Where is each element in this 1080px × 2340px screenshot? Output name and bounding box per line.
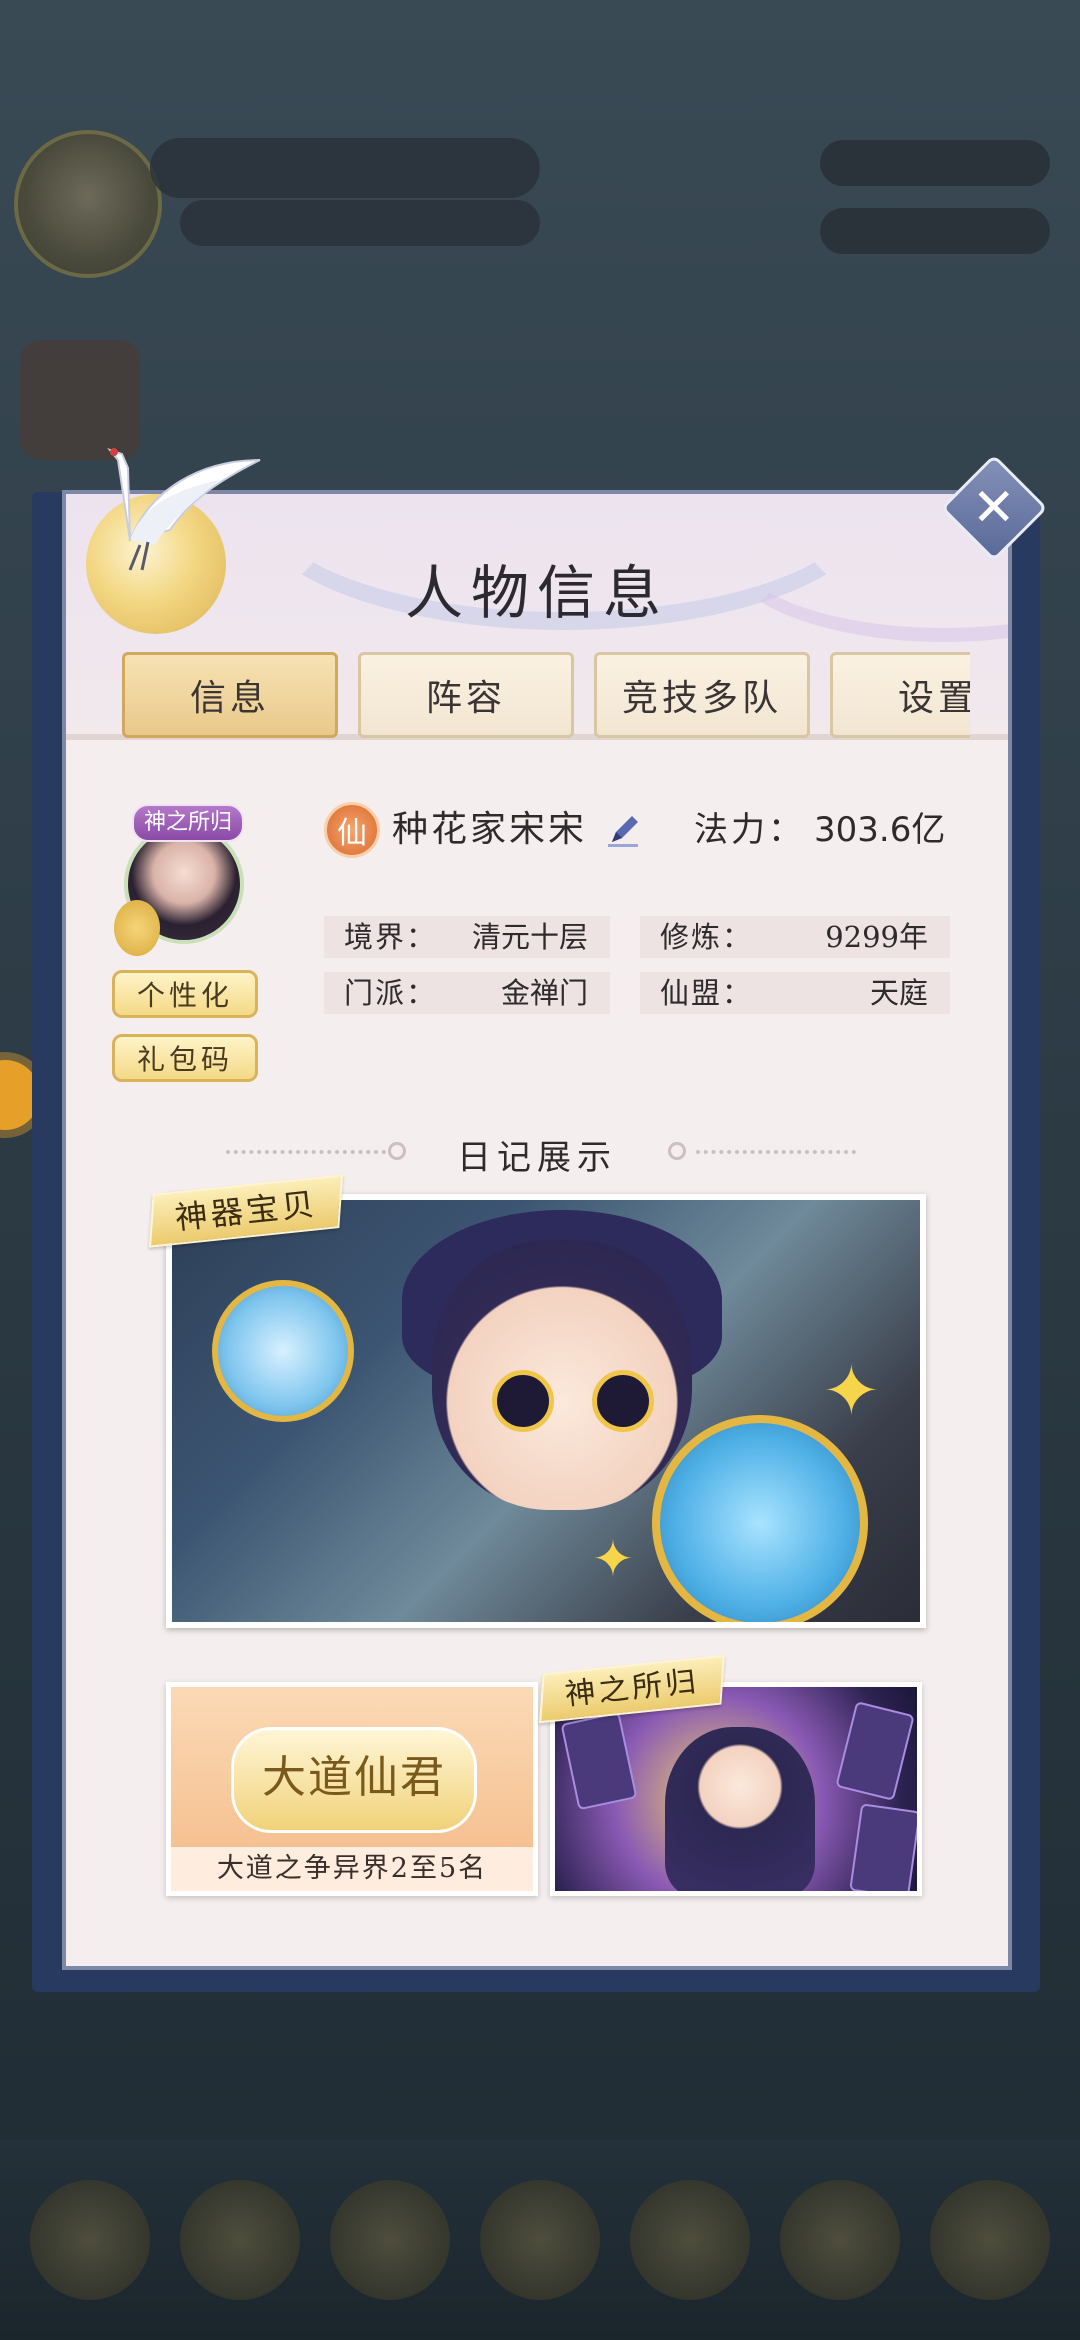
dao-immortal-caption: 大道之争异界2至5名 <box>171 1847 533 1891</box>
tab-info[interactable]: 信息 <box>122 652 338 738</box>
cultivation-label: 修炼： <box>660 920 754 954</box>
tab-settings[interactable]: 设置 <box>830 652 970 738</box>
orb-decoration <box>212 1280 354 1422</box>
hud-avatar <box>14 130 162 278</box>
sect-label: 门派： <box>344 976 438 1010</box>
crane-icon <box>107 447 261 571</box>
avatar[interactable]: 神之所归 <box>114 804 254 964</box>
orb-decoration <box>652 1415 868 1622</box>
hud-name-bar <box>150 138 540 198</box>
alliance-field: 仙盟： 天庭 <box>640 972 950 1014</box>
sparkle-icon: ✦ <box>822 1350 881 1432</box>
sparkle-icon: ✦ <box>592 1530 634 1588</box>
alliance-value: 天庭 <box>869 976 928 1010</box>
tab-lineup[interactable]: 阵容 <box>358 652 574 738</box>
hud-bottom-icon <box>480 2180 600 2300</box>
floating-card-decoration <box>560 1711 638 1811</box>
floating-card-decoration <box>849 1803 917 1891</box>
gift-code-button[interactable]: 礼包码 <box>112 1034 258 1082</box>
player-name: 种花家宋宋 <box>392 809 588 850</box>
diary-card-artifact[interactable]: ✦ ✦ <box>166 1194 926 1628</box>
hud-currency-1 <box>820 140 1050 186</box>
character-face <box>432 1240 692 1510</box>
realm-label: 境界： <box>344 920 438 954</box>
avatar-frame-label: 神之所归 <box>132 804 245 842</box>
hud-currency-2 <box>820 208 1050 254</box>
diary-title: 日记展示 <box>457 1138 617 1178</box>
gourd-icon <box>114 900 160 956</box>
power-label: 法力： <box>694 810 805 850</box>
character-info-panel: 人物信息 信息 阵容 竞技多队 设置 神之所归 个性化 礼包码 仙 种花家宋宋 … <box>62 490 1012 1970</box>
personalize-button[interactable]: 个性化 <box>112 970 258 1018</box>
character-portrait <box>665 1727 815 1891</box>
dao-immortal-emblem: 大道仙君 <box>231 1727 477 1833</box>
cultivation-field: 修炼： 9299年 <box>640 916 950 958</box>
close-icon: ✕ <box>972 477 1016 538</box>
realm-value: 清元十层 <box>471 920 588 954</box>
tab-bar: 信息 阵容 竞技多队 设置 <box>122 652 970 752</box>
hud-bottom-icon <box>180 2180 300 2300</box>
realm-field: 境界： 清元十层 <box>324 916 610 958</box>
hud-bottom-icon <box>780 2180 900 2300</box>
xian-badge-icon: 仙 <box>324 802 380 858</box>
hud-bottom-icon <box>30 2180 150 2300</box>
floating-card-decoration <box>835 1701 915 1801</box>
diary-card-dao-immortal[interactable]: 大道仙君 大道之争异界2至5名 <box>166 1682 538 1896</box>
cultivation-value: 9299年 <box>825 920 928 954</box>
character-eye <box>492 1370 554 1432</box>
sect-value: 金禅门 <box>500 976 588 1010</box>
alliance-label: 仙盟： <box>660 976 754 1010</box>
pencil-icon[interactable] <box>604 810 644 850</box>
power-value: 303.6亿 <box>814 810 946 850</box>
hud-bottom-icon <box>630 2180 750 2300</box>
sect-field: 门派： 金禅门 <box>324 972 610 1014</box>
hud-power-bar <box>180 200 540 246</box>
hud-bottom-bar <box>0 2140 1080 2340</box>
tab-arena-teams[interactable]: 竞技多队 <box>594 652 810 738</box>
hud-bottom-icon <box>330 2180 450 2300</box>
character-eye <box>592 1370 654 1432</box>
hud-bottom-icon <box>930 2180 1050 2300</box>
